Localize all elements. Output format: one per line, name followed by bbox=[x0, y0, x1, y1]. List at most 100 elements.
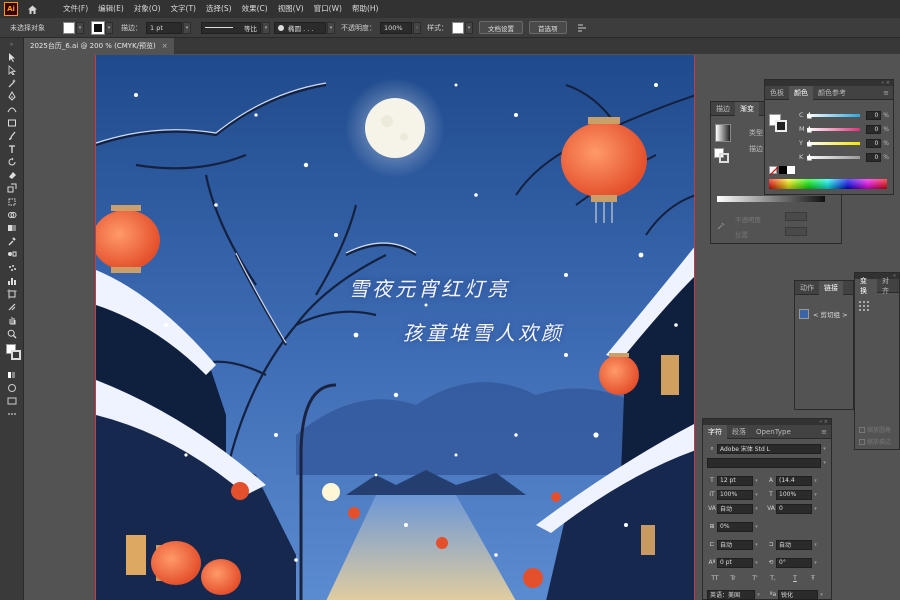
document-setup-button[interactable]: 文档设置 bbox=[479, 21, 523, 34]
white-swatch[interactable] bbox=[787, 166, 795, 174]
scale-strokes-option[interactable]: 缩放描边 bbox=[859, 437, 891, 446]
strikethrough-button[interactable]: Ŧ bbox=[805, 574, 821, 584]
menu-object[interactable]: 对象(O) bbox=[129, 0, 166, 18]
small-caps-button[interactable]: Tr bbox=[725, 574, 741, 584]
selection-tool-icon[interactable] bbox=[0, 50, 24, 63]
color-mode-icon[interactable] bbox=[0, 368, 24, 381]
opacity-dropdown[interactable]: › bbox=[413, 21, 421, 34]
paintbrush-tool-icon[interactable] bbox=[0, 129, 24, 142]
tab-character[interactable]: 字符 bbox=[703, 424, 727, 439]
stroke-dropdown[interactable]: ▾ bbox=[105, 21, 113, 34]
aki-left-dropdown[interactable]: ▾ bbox=[753, 540, 760, 550]
reference-point-icon[interactable] bbox=[859, 301, 869, 311]
rotate-tool-icon[interactable] bbox=[0, 156, 24, 169]
slider-handle[interactable] bbox=[806, 139, 812, 147]
channel-track[interactable] bbox=[806, 153, 860, 161]
stroke-profile-field[interactable]: 等比 bbox=[201, 21, 261, 34]
channel-value-field[interactable]: 0 bbox=[865, 138, 882, 148]
kerning-dropdown[interactable]: ▾ bbox=[753, 504, 760, 514]
tab-actions[interactable]: 动作 bbox=[795, 281, 819, 295]
home-icon[interactable] bbox=[24, 1, 40, 17]
antialias-field[interactable]: 锐化 bbox=[778, 589, 818, 600]
kerning-field[interactable]: 自动 bbox=[717, 503, 753, 514]
antialias-dropdown[interactable]: ▾ bbox=[818, 590, 825, 600]
underline-button[interactable]: T bbox=[787, 574, 803, 584]
menu-window[interactable]: 窗口(W) bbox=[309, 0, 347, 18]
arrange-icon[interactable] bbox=[575, 22, 589, 34]
char-rotation-field[interactable]: 0° bbox=[776, 557, 812, 568]
tab-gradient[interactable]: 渐变 bbox=[735, 101, 759, 116]
slider-handle[interactable] bbox=[806, 125, 812, 133]
font-family-field[interactable]: Adobe 宋体 Std L bbox=[717, 443, 821, 454]
font-style-dropdown[interactable]: ▾ bbox=[821, 458, 828, 468]
font-style-field[interactable] bbox=[707, 457, 821, 468]
symbol-sprayer-tool-icon[interactable] bbox=[0, 261, 24, 274]
tools-collapse-icon[interactable]: » bbox=[0, 38, 23, 50]
tab-opentype[interactable]: OpenType bbox=[751, 425, 796, 439]
menu-effect[interactable]: 效果(C) bbox=[237, 0, 273, 18]
leading-dropdown[interactable]: ▾ bbox=[812, 476, 819, 486]
color-slider-c[interactable]: C 0% bbox=[799, 110, 889, 120]
tab-stroke[interactable]: 描边 bbox=[711, 102, 735, 116]
tracking-field[interactable]: 0 bbox=[776, 503, 812, 514]
tab-swatches[interactable]: 色板 bbox=[765, 86, 789, 100]
hand-tool-icon[interactable] bbox=[0, 314, 24, 327]
magic-wand-tool-icon[interactable] bbox=[0, 76, 24, 89]
draw-mode-icon[interactable] bbox=[0, 381, 24, 394]
color-slider-k[interactable]: K 0% bbox=[799, 152, 889, 162]
screen-mode-icon[interactable] bbox=[0, 395, 24, 408]
curvature-tool-icon[interactable] bbox=[0, 103, 24, 116]
shape-builder-tool-icon[interactable] bbox=[0, 208, 24, 221]
subscript-button[interactable]: T, bbox=[765, 574, 781, 584]
artboard[interactable]: 雪夜元宵红灯亮 孩童堆雪人欢颜 bbox=[95, 55, 695, 600]
eraser-tool-icon[interactable] bbox=[0, 169, 24, 182]
font-size-dropdown[interactable]: ▾ bbox=[753, 476, 760, 486]
color-stroke-swatch[interactable] bbox=[775, 120, 787, 132]
none-swatch[interactable] bbox=[769, 166, 779, 176]
style-dropdown[interactable]: ▾ bbox=[465, 21, 473, 34]
scale-corners-option[interactable]: 缩放圆角 bbox=[859, 425, 891, 434]
horizontal-scale-dropdown[interactable]: ▾ bbox=[812, 490, 819, 500]
font-search-icon[interactable]: ⌕ bbox=[707, 444, 717, 454]
zoom-tool-icon[interactable] bbox=[0, 327, 24, 340]
font-family-dropdown[interactable]: ▾ bbox=[821, 444, 828, 454]
aki-right-field[interactable]: 自动 bbox=[776, 539, 812, 550]
panel-menu-icon[interactable]: ≡ bbox=[883, 89, 893, 97]
brush-field[interactable]: 椭圆 . . . bbox=[274, 21, 326, 34]
stroke-weight-field[interactable]: 1 pt bbox=[146, 21, 182, 34]
scale-strokes-checkbox[interactable] bbox=[859, 438, 865, 445]
stroke-indicator[interactable] bbox=[11, 350, 21, 361]
vertical-scale-field[interactable]: 100% bbox=[717, 489, 753, 500]
blend-tool-icon[interactable] bbox=[0, 248, 24, 261]
opacity-field[interactable]: 100% bbox=[380, 21, 412, 34]
channel-track[interactable] bbox=[806, 111, 860, 119]
tab-align[interactable]: 对齐 bbox=[877, 277, 899, 295]
black-swatch[interactable] bbox=[779, 166, 787, 174]
gradient-stroke-swatch[interactable] bbox=[719, 153, 729, 163]
aki-right-dropdown[interactable]: ▾ bbox=[812, 540, 819, 550]
slice-tool-icon[interactable] bbox=[0, 301, 24, 314]
type-tool-icon[interactable] bbox=[0, 142, 24, 155]
channel-track[interactable] bbox=[806, 125, 860, 133]
all-caps-button[interactable]: TT bbox=[707, 574, 723, 584]
gradient-slider[interactable] bbox=[717, 196, 825, 202]
gradient-opacity-field[interactable] bbox=[785, 212, 807, 221]
baseline-shift-dropdown[interactable]: ▾ bbox=[753, 558, 760, 568]
free-transform-tool-icon[interactable] bbox=[0, 195, 24, 208]
color-slider-y[interactable]: Y 0% bbox=[799, 138, 889, 148]
language-field[interactable]: 英语：美国 bbox=[707, 589, 755, 600]
eyedropper-icon[interactable] bbox=[717, 222, 725, 230]
stroke-swatch[interactable] bbox=[91, 20, 105, 35]
char-panel-menu-icon[interactable]: ≡ bbox=[821, 428, 831, 436]
tab-color[interactable]: 颜色 bbox=[789, 85, 813, 100]
menu-select[interactable]: 选择(S) bbox=[201, 0, 237, 18]
tracking-dropdown[interactable]: ▾ bbox=[812, 504, 819, 514]
superscript-button[interactable]: T' bbox=[747, 574, 763, 584]
tsume-dropdown[interactable]: ▾ bbox=[753, 522, 760, 532]
brush-dropdown[interactable]: ▾ bbox=[327, 21, 335, 34]
stroke-profile-dropdown[interactable]: ▾ bbox=[262, 21, 270, 34]
style-swatch[interactable] bbox=[452, 21, 464, 34]
document-tab[interactable]: 2025台历_6.ai @ 200 % (CMYK/预览) × bbox=[24, 38, 174, 54]
menu-type[interactable]: 文字(T) bbox=[166, 0, 201, 18]
fill-swatch[interactable] bbox=[63, 21, 75, 34]
